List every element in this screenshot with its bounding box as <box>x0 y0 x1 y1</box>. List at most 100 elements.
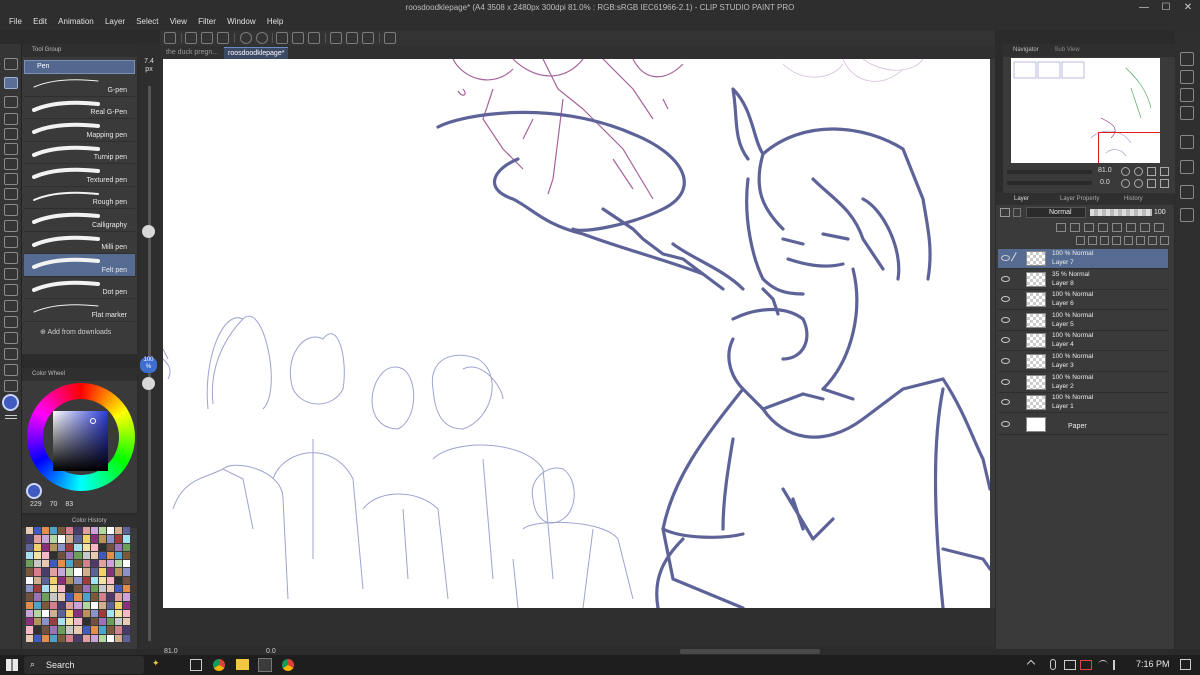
blend-tool-icon[interactable] <box>4 173 18 185</box>
fill-tool-icon[interactable] <box>4 236 18 248</box>
rotate-left-icon[interactable] <box>1121 179 1130 188</box>
lock-alpha-icon[interactable] <box>1098 223 1108 232</box>
material-icon[interactable] <box>1180 106 1194 120</box>
color-history-swatch[interactable] <box>106 551 114 560</box>
layer-row[interactable]: 35 % Normal Layer 8 <box>998 270 1168 290</box>
copilot-sparkle-icon[interactable]: ✦ <box>152 658 160 669</box>
brush-item[interactable]: Calligraphy <box>24 209 135 232</box>
color-history-swatch[interactable] <box>66 527 74 535</box>
angle-readout[interactable]: 0.0 <box>266 648 276 655</box>
color-history-swatch[interactable] <box>98 551 106 560</box>
color-history-swatch[interactable] <box>74 618 82 626</box>
color-history-swatch[interactable] <box>66 584 74 593</box>
color-history-swatch[interactable] <box>82 527 90 535</box>
eye-icon[interactable] <box>1001 399 1010 406</box>
color-history-swatch[interactable] <box>82 609 90 618</box>
figure-tool-icon[interactable] <box>4 188 18 200</box>
auto-action-icon[interactable] <box>1180 208 1194 222</box>
menu-select[interactable]: Select <box>136 17 158 26</box>
hand-tool-icon[interactable] <box>4 364 18 376</box>
eye-icon[interactable] <box>1001 316 1010 323</box>
color-history-swatch[interactable] <box>90 626 98 634</box>
zoom-out-icon[interactable] <box>1134 167 1143 176</box>
color-history-swatch[interactable] <box>98 593 106 601</box>
color-history-swatch[interactable] <box>42 576 50 584</box>
color-history-swatch[interactable] <box>114 535 122 543</box>
new-file-icon[interactable] <box>185 32 197 44</box>
wifi-icon[interactable] <box>1098 660 1108 670</box>
color-history-swatch[interactable] <box>58 601 66 609</box>
color-history-swatch[interactable] <box>66 593 74 601</box>
clip-layer-icon[interactable] <box>1056 223 1066 232</box>
color-history-swatch[interactable] <box>26 560 34 568</box>
chrome-icon[interactable] <box>213 659 225 671</box>
rotate-right-icon[interactable] <box>1134 179 1143 188</box>
selection-tool-icon[interactable] <box>4 220 18 232</box>
open-file-icon[interactable] <box>201 32 213 44</box>
windows-start-icon[interactable] <box>6 659 18 671</box>
color-history-swatch[interactable] <box>66 535 74 543</box>
zoom-tool-icon[interactable] <box>4 58 18 70</box>
menu-view[interactable]: View <box>170 17 187 26</box>
color-history-swatch[interactable] <box>34 535 42 543</box>
brush-item[interactable]: Flat marker <box>24 299 135 322</box>
brush-item[interactable]: Dot pen <box>24 277 135 299</box>
layer-color-icon[interactable] <box>1000 208 1010 217</box>
color-history-swatch[interactable] <box>106 593 114 601</box>
eraser-tool-icon[interactable] <box>4 128 18 140</box>
nav-rotate-slider[interactable] <box>1007 181 1092 185</box>
color-history-swatch[interactable] <box>90 601 98 609</box>
menu-animation[interactable]: Animation <box>58 17 94 26</box>
menu-layer[interactable]: Layer <box>105 17 125 26</box>
color-history-swatch[interactable] <box>82 560 90 568</box>
layer-row[interactable]: 100 % Normal Layer 7 <box>998 249 1168 269</box>
nav-zoom-slider[interactable] <box>1007 170 1092 174</box>
color-history-swatch[interactable] <box>34 634 42 642</box>
balloon-tool-icon[interactable] <box>4 316 18 328</box>
eye-icon[interactable] <box>1001 378 1010 385</box>
color-history-swatch[interactable] <box>74 609 82 618</box>
color-history-swatch[interactable] <box>106 527 114 535</box>
combine-icon[interactable] <box>1124 236 1133 245</box>
layers-icon[interactable] <box>1180 88 1194 102</box>
eye-icon[interactable] <box>1001 275 1010 282</box>
color-history-swatch[interactable] <box>122 609 130 618</box>
reset-rotation-icon[interactable] <box>1147 179 1156 188</box>
color-history-swatch[interactable] <box>34 593 42 601</box>
color-history-swatch[interactable] <box>122 601 130 609</box>
color-history-swatch[interactable] <box>90 568 98 576</box>
notification-icon[interactable] <box>1180 659 1191 670</box>
color-history-swatch[interactable] <box>114 527 122 535</box>
mask-add-icon[interactable] <box>1136 236 1145 245</box>
color-history-swatch[interactable] <box>122 576 130 584</box>
taskbar-search-box[interactable]: ⌕ Search <box>24 656 144 674</box>
color-history-swatch[interactable] <box>26 609 34 618</box>
color-history-swatch[interactable] <box>34 609 42 618</box>
zoom-readout[interactable]: 81.0 <box>164 648 178 655</box>
color-history-swatch[interactable] <box>82 618 90 626</box>
color-history-swatch[interactable] <box>58 527 66 535</box>
saturation-value-square[interactable] <box>53 411 108 471</box>
color-history-swatch[interactable] <box>58 560 66 568</box>
mask-apply-icon[interactable] <box>1148 236 1157 245</box>
color-history-swatch[interactable] <box>50 601 58 609</box>
color-history-swatch[interactable] <box>58 618 66 626</box>
search-layer-icon[interactable] <box>1180 160 1194 174</box>
color-history-swatch[interactable] <box>82 535 90 543</box>
color-history-swatch[interactable] <box>114 601 122 609</box>
layer-opacity-slider[interactable] <box>1090 209 1152 216</box>
color-history-swatch[interactable] <box>26 634 34 642</box>
clear-icon[interactable] <box>276 32 288 44</box>
color-history-swatch[interactable] <box>122 593 130 601</box>
color-history-swatch[interactable] <box>42 535 50 543</box>
current-color-swatch[interactable] <box>26 483 42 499</box>
deselect-icon[interactable] <box>330 32 342 44</box>
task-view-icon[interactable] <box>190 659 202 671</box>
color-history-swatch[interactable] <box>82 634 90 642</box>
color-history-swatch[interactable] <box>50 576 58 584</box>
color-history-swatch[interactable] <box>50 551 58 560</box>
color-history-swatch[interactable] <box>74 601 82 609</box>
color-history-swatch[interactable] <box>74 634 82 642</box>
color-history-swatch[interactable] <box>114 576 122 584</box>
color-history-swatch[interactable] <box>34 527 42 535</box>
